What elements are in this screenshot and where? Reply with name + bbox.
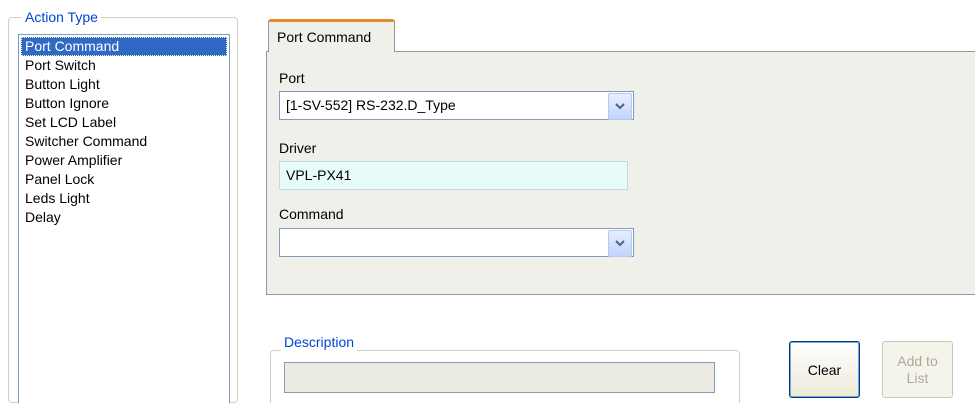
list-item-button-light[interactable]: Button Light [21, 75, 227, 94]
action-type-legend: Action Type [22, 8, 101, 26]
command-label: Command [279, 206, 344, 222]
list-item-delay[interactable]: Delay [21, 208, 227, 227]
add-to-list-button[interactable]: Add to List [882, 341, 953, 398]
chevron-down-icon [615, 240, 625, 247]
description-input[interactable] [284, 362, 715, 393]
list-item-button-ignore[interactable]: Button Ignore [21, 94, 227, 113]
list-item-set-lcd-label[interactable]: Set LCD Label [21, 113, 227, 132]
port-select-value: [1-SV-552] RS-232.D_Type [286, 97, 456, 113]
driver-field: VPL-PX41 [279, 161, 628, 190]
list-item-panel-lock[interactable]: Panel Lock [21, 170, 227, 189]
port-dropdown-button[interactable] [608, 93, 632, 120]
list-item-port-switch[interactable]: Port Switch [21, 56, 227, 75]
list-item-switcher-command[interactable]: Switcher Command [21, 132, 227, 151]
list-item-port-command[interactable]: Port Command [21, 37, 227, 56]
tab-port-command[interactable]: Port Command [268, 19, 395, 52]
driver-value: VPL-PX41 [286, 167, 352, 183]
clear-button[interactable]: Clear [789, 341, 860, 398]
clear-button-label: Clear [807, 361, 842, 378]
driver-label: Driver [279, 140, 317, 156]
action-type-list[interactable]: Port Command Port Switch Button Light Bu… [18, 34, 230, 403]
list-item-leds-light[interactable]: Leds Light [21, 189, 227, 208]
list-item-power-amplifier[interactable]: Power Amplifier [21, 151, 227, 170]
add-to-list-button-label: Add to List [897, 352, 938, 386]
command-dropdown-button[interactable] [608, 230, 632, 257]
port-select[interactable]: [1-SV-552] RS-232.D_Type [279, 91, 634, 120]
port-label: Port [279, 70, 305, 86]
command-select[interactable] [279, 228, 634, 257]
description-legend: Description [281, 333, 358, 351]
tab-panel: Port [1-SV-552] RS-232.D_Type Driver VPL… [266, 51, 975, 295]
chevron-down-icon [615, 103, 625, 110]
